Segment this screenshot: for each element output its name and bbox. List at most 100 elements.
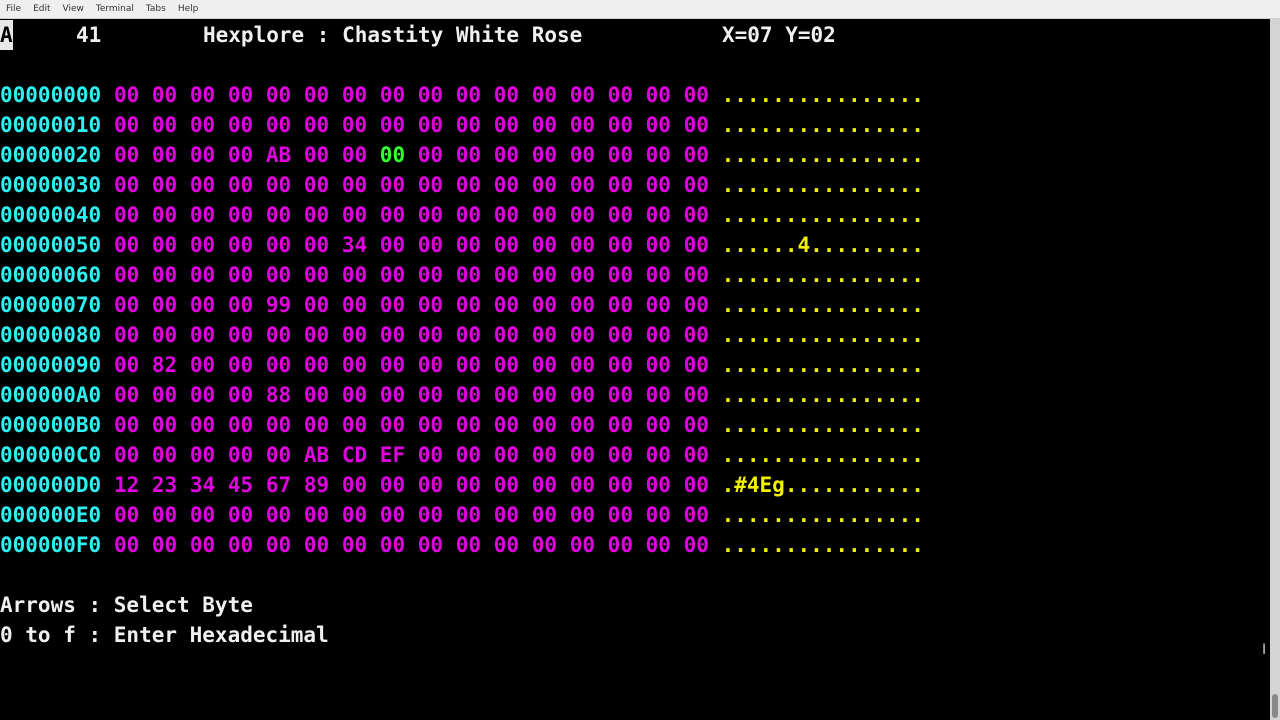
hex-byte[interactable]: 00 bbox=[646, 440, 671, 470]
hex-byte[interactable]: 00 bbox=[190, 140, 215, 170]
hex-byte[interactable]: 00 bbox=[304, 170, 329, 200]
hex-byte[interactable]: 00 bbox=[456, 410, 481, 440]
hex-byte[interactable]: 00 bbox=[114, 530, 139, 560]
hex-byte[interactable]: 23 bbox=[152, 470, 177, 500]
hex-byte[interactable]: 00 bbox=[418, 350, 443, 380]
hex-byte[interactable]: 12 bbox=[114, 470, 139, 500]
hex-byte[interactable]: 00 bbox=[380, 80, 405, 110]
hex-byte[interactable]: 00 bbox=[608, 230, 633, 260]
hex-byte[interactable]: 00 bbox=[342, 200, 367, 230]
hex-byte[interactable]: 00 bbox=[228, 170, 253, 200]
hex-byte[interactable]: 67 bbox=[266, 470, 291, 500]
hex-byte[interactable]: 00 bbox=[608, 440, 633, 470]
hex-byte[interactable]: 00 bbox=[228, 410, 253, 440]
hex-byte[interactable]: 00 bbox=[494, 140, 519, 170]
menu-edit[interactable]: Edit bbox=[33, 4, 50, 14]
hex-byte[interactable]: 00 bbox=[418, 320, 443, 350]
hex-byte[interactable]: AB bbox=[304, 440, 329, 470]
hex-byte[interactable]: 00 bbox=[646, 500, 671, 530]
hex-byte[interactable]: 00 bbox=[342, 140, 367, 170]
hex-byte[interactable]: 00 bbox=[304, 140, 329, 170]
hex-byte[interactable]: 00 bbox=[456, 320, 481, 350]
hex-byte[interactable]: 00 bbox=[456, 380, 481, 410]
hex-byte[interactable]: 00 bbox=[114, 380, 139, 410]
hex-byte[interactable]: 00 bbox=[304, 230, 329, 260]
hex-byte[interactable]: 00 bbox=[494, 170, 519, 200]
hex-byte[interactable]: 00 bbox=[152, 110, 177, 140]
hex-byte[interactable]: 00 bbox=[494, 320, 519, 350]
hex-byte[interactable]: 00 bbox=[608, 80, 633, 110]
hex-byte[interactable]: 00 bbox=[152, 410, 177, 440]
hex-byte[interactable]: 00 bbox=[532, 440, 557, 470]
hex-byte[interactable]: 00 bbox=[418, 140, 443, 170]
hex-byte[interactable]: 00 bbox=[532, 320, 557, 350]
hex-byte[interactable]: 00 bbox=[570, 170, 595, 200]
hex-byte[interactable]: 00 bbox=[266, 200, 291, 230]
hex-byte[interactable]: 00 bbox=[646, 200, 671, 230]
hex-byte[interactable]: 00 bbox=[684, 500, 709, 530]
hex-byte[interactable]: 00 bbox=[684, 140, 709, 170]
hex-byte[interactable]: 00 bbox=[304, 290, 329, 320]
hex-byte[interactable]: 00 bbox=[152, 530, 177, 560]
hex-byte[interactable]: 00 bbox=[228, 200, 253, 230]
hex-byte[interactable]: 00 bbox=[570, 80, 595, 110]
hex-byte[interactable]: 00 bbox=[684, 350, 709, 380]
hex-byte[interactable]: 82 bbox=[152, 350, 177, 380]
hex-byte[interactable]: 00 bbox=[684, 290, 709, 320]
hex-byte[interactable]: 00 bbox=[190, 440, 215, 470]
hex-byte[interactable]: 00 bbox=[646, 140, 671, 170]
hex-byte[interactable]: 00 bbox=[646, 470, 671, 500]
hex-byte[interactable]: 00 bbox=[646, 260, 671, 290]
hex-byte[interactable]: 00 bbox=[342, 380, 367, 410]
hex-byte[interactable]: 00 bbox=[114, 80, 139, 110]
hex-byte[interactable]: 00 bbox=[304, 350, 329, 380]
hex-byte[interactable]: 00 bbox=[228, 530, 253, 560]
hex-byte[interactable]: 00 bbox=[152, 260, 177, 290]
hex-byte[interactable]: 00 bbox=[190, 380, 215, 410]
hex-byte[interactable]: 00 bbox=[532, 350, 557, 380]
hex-byte[interactable]: 00 bbox=[532, 260, 557, 290]
hex-byte[interactable]: 00 bbox=[342, 260, 367, 290]
hex-byte[interactable]: 00 bbox=[532, 230, 557, 260]
hex-byte[interactable]: 00 bbox=[228, 290, 253, 320]
hex-byte[interactable]: 00 bbox=[152, 200, 177, 230]
hex-byte[interactable]: 00 bbox=[418, 230, 443, 260]
hex-byte[interactable]: 00 bbox=[684, 530, 709, 560]
hex-byte[interactable]: 99 bbox=[266, 290, 291, 320]
hex-byte[interactable]: 00 bbox=[646, 410, 671, 440]
hex-byte[interactable]: 00 bbox=[494, 500, 519, 530]
hex-byte[interactable]: 00 bbox=[342, 350, 367, 380]
hex-byte[interactable]: 00 bbox=[646, 530, 671, 560]
hex-byte[interactable]: 00 bbox=[380, 290, 405, 320]
hex-byte[interactable]: 00 bbox=[152, 440, 177, 470]
hex-byte[interactable]: 00 bbox=[190, 110, 215, 140]
hex-byte[interactable]: 00 bbox=[570, 410, 595, 440]
hex-byte[interactable]: 00 bbox=[380, 110, 405, 140]
hex-byte[interactable]: 00 bbox=[190, 170, 215, 200]
hex-byte[interactable]: 00 bbox=[342, 170, 367, 200]
hex-byte[interactable]: 00 bbox=[570, 320, 595, 350]
hex-byte[interactable]: 00 bbox=[684, 260, 709, 290]
hex-byte[interactable]: 00 bbox=[114, 230, 139, 260]
hex-byte[interactable]: 00 bbox=[190, 200, 215, 230]
hex-byte[interactable]: 00 bbox=[494, 290, 519, 320]
hex-byte[interactable]: 00 bbox=[228, 110, 253, 140]
hex-byte[interactable]: 00 bbox=[456, 230, 481, 260]
hex-byte[interactable]: 00 bbox=[304, 110, 329, 140]
hex-byte[interactable]: 00 bbox=[608, 470, 633, 500]
hex-byte[interactable]: 00 bbox=[228, 440, 253, 470]
hex-byte[interactable]: 00 bbox=[190, 260, 215, 290]
hex-byte[interactable]: 00 bbox=[114, 140, 139, 170]
hex-byte[interactable]: 00 bbox=[190, 80, 215, 110]
hex-byte[interactable]: 00 bbox=[266, 500, 291, 530]
hex-byte[interactable]: 00 bbox=[570, 440, 595, 470]
hex-byte[interactable]: 00 bbox=[380, 530, 405, 560]
hex-byte[interactable]: 00 bbox=[342, 530, 367, 560]
hex-byte[interactable]: 00 bbox=[646, 350, 671, 380]
hex-byte[interactable]: 00 bbox=[418, 170, 443, 200]
hex-byte[interactable]: 00 bbox=[418, 410, 443, 440]
hex-byte[interactable]: 00 bbox=[418, 290, 443, 320]
hex-byte[interactable]: 00 bbox=[494, 260, 519, 290]
hex-byte[interactable]: 00 bbox=[228, 140, 253, 170]
hex-byte[interactable]: 00 bbox=[380, 410, 405, 440]
